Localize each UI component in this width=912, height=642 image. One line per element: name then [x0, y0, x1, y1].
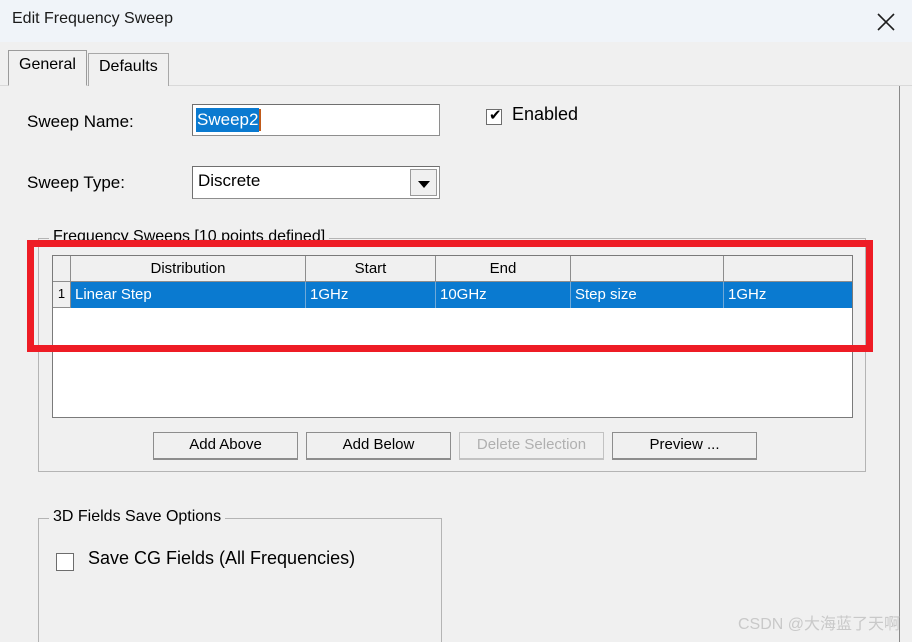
table-header-param-name[interactable] — [571, 256, 724, 282]
sweep-type-label: Sweep Type: — [27, 173, 125, 192]
sweep-name-input[interactable]: Sweep2 — [192, 104, 440, 136]
table-header-start[interactable]: Start — [306, 256, 436, 282]
text-caret — [259, 109, 261, 131]
table-row[interactable]: 1 Linear Step 1GHz 10GHz Step size 1GHz — [53, 282, 852, 308]
table-cell-start[interactable]: 1GHz — [306, 282, 436, 308]
table-header-param-value[interactable] — [724, 256, 852, 282]
table-header-distribution[interactable]: Distribution — [71, 256, 306, 282]
frequency-sweeps-table[interactable]: Distribution Start End 1 Linear Step 1GH… — [52, 255, 853, 418]
chevron-down-icon[interactable] — [410, 169, 437, 196]
sweep-type-value: Discrete — [198, 171, 261, 190]
enabled-checkbox-box: ✔ — [486, 107, 502, 125]
save-cg-fields-label: Save CG Fields (All Frequencies) — [88, 548, 356, 568]
check-icon: ✔ — [489, 107, 502, 124]
table-header-row: Distribution Start End — [53, 256, 852, 282]
window-title: Edit Frequency Sweep — [12, 10, 173, 27]
table-row-number[interactable]: 1 — [53, 282, 71, 308]
tab-strip: General Defaults — [0, 42, 912, 86]
add-below-button[interactable]: Add Below — [306, 432, 451, 460]
sweep-name-label: Sweep Name: — [27, 112, 134, 131]
table-cell-end[interactable]: 10GHz — [436, 282, 571, 308]
preview-button[interactable]: Preview ... — [612, 432, 757, 460]
sweep-type-dropdown[interactable]: Discrete — [192, 166, 440, 199]
tab-general[interactable]: General — [8, 50, 87, 86]
sweep-name-value: Sweep2 — [196, 108, 260, 132]
save-cg-fields-checkbox-box — [56, 553, 74, 571]
enabled-checkbox-label: Enabled — [512, 104, 579, 124]
fields-save-options-group: 3D Fields Save Options — [38, 508, 442, 642]
table-cell-param-name[interactable]: Step size — [571, 282, 724, 308]
add-above-button[interactable]: Add Above — [153, 432, 298, 460]
fields-save-options-group-title: 3D Fields Save Options — [49, 508, 226, 526]
tab-defaults[interactable]: Defaults — [88, 53, 169, 86]
table-header-end[interactable]: End — [436, 256, 571, 282]
watermark: CSDN @大海蓝了天啊 — [737, 616, 900, 633]
delete-selection-button: Delete Selection — [459, 432, 604, 460]
table-cell-param-value[interactable]: 1GHz — [724, 282, 852, 308]
close-button[interactable] — [860, 0, 912, 42]
close-icon — [877, 13, 895, 31]
frequency-sweeps-group-title: Frequency Sweeps [10 points defined] — [49, 228, 330, 246]
table-header-rownum[interactable] — [53, 256, 71, 282]
dialog-right-border — [899, 86, 900, 642]
title-bar: Edit Frequency Sweep — [0, 0, 912, 42]
table-cell-distribution[interactable]: Linear Step — [71, 282, 306, 308]
